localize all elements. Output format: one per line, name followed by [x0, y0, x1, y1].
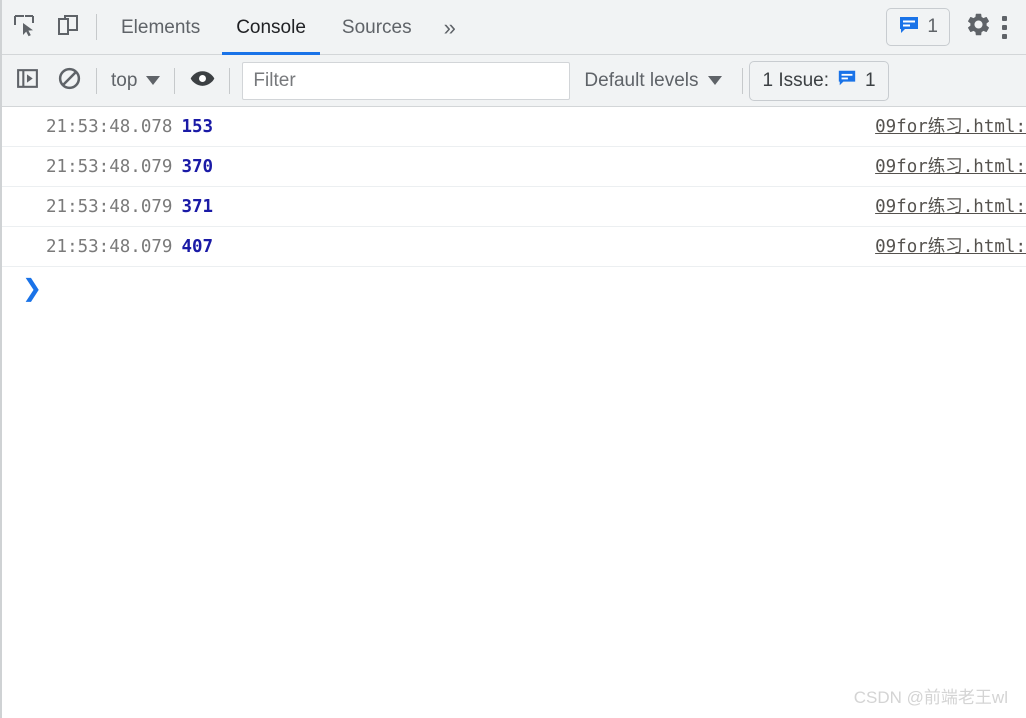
more-options-button[interactable]	[1000, 5, 1026, 49]
source-link[interactable]: 09for练习.html:	[875, 107, 1026, 146]
execution-context-label: top	[111, 69, 138, 91]
message-value: 370	[181, 156, 214, 177]
message-timestamp: 21:53:48.079	[46, 156, 173, 177]
more-tabs-button[interactable]: »	[430, 0, 468, 55]
devtools-tabbar: Elements Console Sources » 1	[2, 0, 1026, 55]
watermark: CSDN @前端老王wl	[853, 688, 1008, 707]
message-value: 153	[181, 116, 214, 137]
message-bubble-icon	[898, 14, 920, 41]
filterbar-divider-3	[229, 67, 231, 94]
console-prompt[interactable]: ❯	[2, 267, 1026, 309]
filter-placeholder: Filter	[253, 69, 296, 91]
settings-button[interactable]	[956, 5, 1000, 49]
live-expression-button[interactable]	[181, 60, 223, 102]
log-levels-label: Default levels	[584, 69, 699, 91]
console-message-row[interactable]: 21:53:48.079 407 09for练习.html:	[2, 227, 1026, 267]
filterbar-divider-2	[174, 67, 176, 94]
log-levels-selector[interactable]: Default levels	[570, 70, 736, 92]
chevron-down-icon	[146, 76, 161, 85]
tab-elements[interactable]: Elements	[103, 0, 218, 55]
message-timestamp: 21:53:48.078	[46, 116, 173, 137]
clear-console-icon	[57, 66, 82, 96]
console-message-text: 21:53:48.079 407	[46, 227, 214, 266]
source-link[interactable]: 09for练习.html:	[875, 147, 1026, 186]
console-message-text: 21:53:48.078 153	[46, 107, 214, 146]
issues-badge-button[interactable]: 1 Issue: 1	[749, 60, 889, 101]
console-message-row[interactable]: 21:53:48.078 153 09for练习.html:	[2, 107, 1026, 147]
message-bubble-icon	[837, 68, 857, 93]
issues-badge-label: 1 Issue:	[762, 69, 830, 91]
issues-counter-button[interactable]: 1	[886, 8, 950, 46]
console-message-list: 21:53:48.078 153 09for练习.html: 21:53:48.0…	[2, 107, 1026, 267]
source-link[interactable]: 09for练习.html:	[875, 227, 1026, 266]
filterbar-divider-1	[96, 67, 97, 94]
issues-count-label: 1	[927, 16, 938, 37]
console-message-text: 21:53:48.079 371	[46, 187, 214, 226]
clear-console-button[interactable]	[48, 60, 90, 102]
console-sidebar-icon	[15, 66, 40, 96]
live-expression-eye-icon	[189, 65, 216, 97]
execution-context-selector[interactable]: top	[103, 70, 168, 92]
issues-badge-count: 1	[865, 69, 876, 91]
message-value: 371	[181, 196, 214, 217]
console-message-row[interactable]: 21:53:48.079 370 09for练习.html:	[2, 147, 1026, 187]
filterbar-divider-4	[742, 67, 744, 94]
message-value: 407	[181, 236, 214, 257]
console-message-text: 21:53:48.079 370	[46, 147, 214, 186]
inspect-element-button[interactable]	[2, 5, 46, 49]
inspect-element-icon	[11, 12, 37, 43]
chevron-down-icon	[708, 76, 723, 85]
filter-input[interactable]: Filter	[242, 61, 571, 100]
tab-console[interactable]: Console	[218, 0, 324, 55]
tabbar-divider	[96, 14, 97, 40]
message-timestamp: 21:53:48.079	[46, 196, 173, 217]
message-timestamp: 21:53:48.079	[46, 236, 173, 257]
device-toolbar-icon	[55, 12, 81, 43]
gear-icon	[965, 11, 992, 43]
kebab-menu-icon	[1002, 15, 1007, 39]
source-link[interactable]: 09for练习.html:	[875, 187, 1026, 226]
device-toolbar-button[interactable]	[46, 5, 90, 49]
console-message-row[interactable]: 21:53:48.079 371 09for练习.html:	[2, 187, 1026, 227]
console-filter-toolbar: top Filter Default levels 1 Issue: 1	[2, 55, 1026, 107]
devtools-panel: Elements Console Sources » 1 top Filter …	[0, 0, 1026, 718]
tab-sources[interactable]: Sources	[324, 0, 430, 55]
console-sidebar-button[interactable]	[6, 60, 48, 102]
prompt-caret-icon: ❯	[22, 274, 43, 302]
